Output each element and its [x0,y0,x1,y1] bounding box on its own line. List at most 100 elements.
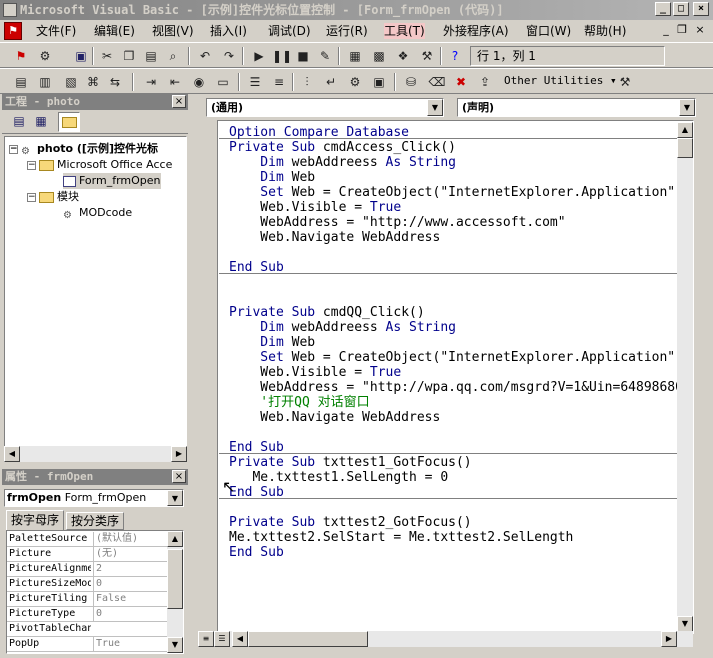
property-row[interactable]: PictureAlignme 2 [7,562,182,577]
code-line[interactable]: Private Sub txttest1_GotFocus() [229,455,472,470]
menu-view[interactable]: 视图(V) [152,23,194,39]
scroll-left-icon[interactable]: ◀ [4,446,20,462]
code-line[interactable]: Private Sub txttest2_GotFocus() [229,515,472,530]
menu-edit[interactable]: 编辑(E) [94,23,135,39]
mdi-minimize-button[interactable]: _ [658,23,674,38]
project-icon[interactable]: ▦ [346,47,364,65]
breakpoint-icon[interactable]: ◉ [190,73,208,91]
chevron-down-icon[interactable]: ▼ [167,490,183,506]
scroll-right-icon[interactable]: ▶ [661,631,677,647]
complete-word-icon[interactable]: ⇆ [106,73,124,91]
full-module-view-icon[interactable]: ☰ [214,631,230,647]
other-utilities-dropdown[interactable]: Other Utilities ▾ [504,74,617,87]
tools-icon[interactable]: ⚒ [616,73,634,91]
code-line[interactable]: Private Sub cmdAccess_Click() [229,140,456,155]
maximize-button[interactable]: □ [673,2,689,16]
menu-insert[interactable]: 插入(I) [210,23,247,39]
code-line[interactable]: Me.txttest2.SelStart = Me.txttest2.SelLe… [229,530,573,545]
property-row[interactable]: PaletteSource (默认值) [7,532,182,547]
property-row[interactable]: PictureType 0 [7,607,182,622]
property-row[interactable]: Picture (无) [7,547,182,562]
view-code-icon[interactable]: ▤ [10,112,28,130]
code-line[interactable]: Dim Web [229,170,315,185]
menu-window[interactable]: 窗口(W) [526,23,571,39]
property-row[interactable]: PictureTiling False [7,592,182,607]
code-line[interactable]: Dim webAddreess As String [229,320,456,335]
tree-node-modules[interactable]: − 模块 [27,189,79,205]
help-icon[interactable]: ? [446,47,464,65]
properties-vscrollbar[interactable]: ▲ ▼ [167,531,183,653]
wrap-icon[interactable]: ↵ [322,73,340,91]
menu-debug[interactable]: 调试(D) [268,23,311,39]
properties-icon[interactable]: ▩ [370,47,388,65]
code-line[interactable]: Me.txttest1.SelLength = 0 [229,470,448,485]
cut-icon[interactable]: ✂ [98,47,116,65]
delete-icon[interactable]: ✖ [452,73,470,91]
code-line[interactable]: Set Web = CreateObject("InternetExplorer… [229,185,683,200]
indent-icon[interactable]: ⇥ [142,73,160,91]
menu-help[interactable]: 帮助(H) [584,23,626,39]
macro-icon[interactable]: ⚙ [346,73,364,91]
object-selector[interactable]: frmOpen Form_frmOpen ▼ [4,489,184,507]
scroll-up-icon[interactable]: ▲ [167,531,183,547]
mdi-restore-button[interactable]: ❐ [674,23,690,38]
tree-node-project[interactable]: − ⚙ photo ([示例]控件光标 [9,141,158,157]
collapse-icon[interactable]: − [27,160,36,170]
code-line[interactable]: Dim webAddreess As String [229,155,456,170]
procedure-view-icon[interactable]: ≡ [198,631,214,647]
collapse-icon[interactable]: − [27,192,36,202]
menu-addins[interactable]: 外接程序(A) [443,23,509,39]
code-line[interactable]: WebAddress = "http://www.accessoft.com" [229,215,565,230]
code-line[interactable]: End Sub [229,545,284,560]
code-hscrollbar[interactable]: ≡ ☰ ◀ ▶ [198,631,693,647]
tab-categorized[interactable]: 按分类序 [66,512,124,530]
scroll-down-icon[interactable]: ▼ [167,637,183,653]
access-icon[interactable]: ⚑ [12,47,30,65]
chevron-down-icon[interactable]: ▼ [679,99,695,116]
align-icon[interactable]: ⫶ [298,73,316,91]
eraser-icon[interactable]: ⌫ [428,73,446,91]
property-row[interactable]: PopUp True [7,637,182,652]
reset-icon[interactable]: ■ [294,47,312,65]
code-line[interactable]: WebAddress = "http://wpa.qq.com/msgrd?V=… [229,380,691,395]
procedure-combo[interactable]: (声明) ▼ [457,98,696,117]
menu-run[interactable]: 运行(R) [326,23,368,39]
code-line[interactable]: Option Compare Database [229,125,409,140]
code-line[interactable]: '打开QQ 对话窗口 [229,395,369,410]
export-icon[interactable]: ⇪ [476,73,494,91]
database-icon[interactable]: ⛁ [402,73,420,91]
parameter-info-icon[interactable]: ⌘ [84,73,102,91]
numbered-list-icon[interactable]: ≡ [270,73,288,91]
comment-block-icon[interactable]: ▭ [214,73,232,91]
close-button[interactable]: × [693,2,709,16]
scroll-thumb[interactable] [248,631,368,647]
list-constants-icon[interactable]: ▥ [36,73,54,91]
toggle-folders-icon[interactable] [58,112,80,132]
properties-close-button[interactable]: × [172,470,186,483]
form-icon[interactable]: ▣ [370,73,388,91]
undo-icon[interactable]: ↶ [196,47,214,65]
mdi-close-button[interactable]: × [692,23,708,38]
find-icon[interactable]: ⌕ [164,47,182,65]
project-close-button[interactable]: × [172,95,186,108]
code-line[interactable]: Web.Navigate WebAddress [229,230,440,245]
scroll-thumb[interactable] [677,138,693,158]
list-properties-icon[interactable]: ▤ [12,73,30,91]
code-line[interactable]: Web.Visible = True [229,200,401,215]
code-line[interactable]: Web.Visible = True [229,365,401,380]
code-line[interactable]: Web.Navigate WebAddress [229,410,440,425]
code-line[interactable]: Set Web = CreateObject("InternetExplorer… [229,350,683,365]
property-row[interactable]: PictureSizeMod 0 [7,577,182,592]
view-object-icon[interactable]: ▦ [32,112,50,130]
code-margin[interactable] [196,120,218,634]
collapse-icon[interactable]: − [9,144,18,154]
object-browser-icon[interactable]: ❖ [394,47,412,65]
code-line[interactable]: End Sub [229,260,284,275]
design-icon[interactable]: ✎ [316,47,334,65]
menu-file[interactable]: 文件(F) [36,23,76,39]
minimize-button[interactable]: _ [655,2,671,16]
code-line[interactable]: Dim Web [229,335,315,350]
tree-node-form-frmopen[interactable]: Form_frmOpen [63,173,161,189]
break-icon[interactable]: ❚❚ [272,47,292,65]
run-icon[interactable]: ▶ [250,47,268,65]
